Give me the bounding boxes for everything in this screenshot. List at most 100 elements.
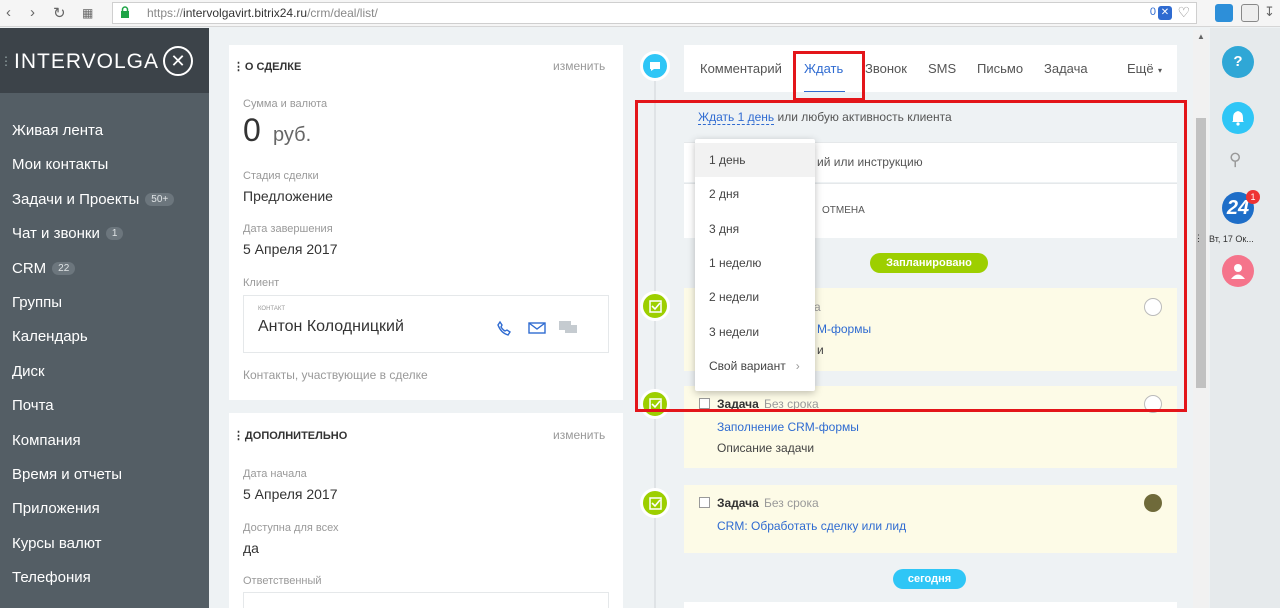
- email-icon[interactable]: [528, 322, 546, 334]
- scroll-thumb[interactable]: [1196, 118, 1206, 388]
- user-avatar[interactable]: [1222, 255, 1254, 287]
- menu-item-label: Диск: [12, 362, 45, 380]
- task-card-3[interactable]: Задача Без срока CRM: Обработать сделку …: [684, 485, 1177, 553]
- extension-square-icon[interactable]: [1241, 4, 1259, 22]
- start-date-label: Дата начала: [243, 468, 307, 480]
- menu-item-counter: 22: [52, 261, 76, 275]
- sum-value: 0: [243, 112, 261, 148]
- scroll-up-icon[interactable]: ▲: [1197, 32, 1205, 41]
- menu-item-label: Чат и звонки: [12, 225, 100, 243]
- menu-item-label: Время и отчеты: [12, 466, 123, 483]
- menu-item-label: Задачи и Проекты: [12, 190, 140, 208]
- download-icon[interactable]: ↧: [1264, 4, 1275, 20]
- additional-edit-link[interactable]: изменить: [553, 428, 605, 442]
- logo[interactable]: ⋮ INTERVOLGA ✕: [0, 28, 209, 93]
- activity-tabs: Комментарий Ждать Звонок SMS Письмо Задача Ещё…: [684, 45, 1177, 92]
- responsible-label: Ответственный: [243, 575, 322, 587]
- tab-6[interactable]: Ещё: [1127, 61, 1154, 76]
- logo-text: INTERVOLGA: [14, 50, 159, 73]
- page-scrollbar[interactable]: ▲: [1193, 30, 1209, 608]
- back-icon[interactable]: ‹: [6, 4, 11, 21]
- public-value: да: [243, 540, 259, 556]
- tab-3[interactable]: SMS: [928, 61, 956, 76]
- timeline-next-card: [684, 602, 1177, 608]
- browser-toolbar: ‹ › ↻ ▦ https://intervolgavirt.bitrix24.…: [0, 0, 1280, 27]
- menu-item[interactable]: Задачи и Проекты 50+: [12, 190, 175, 208]
- notifications-button[interactable]: [1222, 102, 1254, 134]
- menu-item[interactable]: Живая лента: [12, 122, 103, 139]
- end-date-label: Дата завершения: [243, 223, 333, 235]
- chat-icon[interactable]: [558, 320, 578, 336]
- task2-desc: Описание задачи: [717, 441, 815, 455]
- menu-item-label: Мои контакты: [12, 156, 109, 174]
- deal-info-edit-link[interactable]: изменить: [553, 59, 605, 73]
- address-bar[interactable]: https://intervolgavirt.bitrix24.ru/crm/d…: [112, 2, 1197, 24]
- menu-item[interactable]: Время и отчеты: [12, 466, 122, 483]
- extension-count: 0: [1149, 6, 1156, 18]
- public-label: Доступна для всех: [243, 522, 339, 534]
- menu-item-label: Живая лента: [12, 122, 104, 139]
- end-date-value: 5 Апреля 2017: [243, 241, 338, 257]
- menu-item[interactable]: Группы: [12, 294, 62, 311]
- stage-label: Стадия сделки: [243, 170, 319, 182]
- url-text: https://intervolgavirt.bitrix24.ru/crm/d…: [147, 6, 378, 20]
- close-menu-icon[interactable]: ✕: [163, 46, 193, 76]
- help-button[interactable]: ?: [1222, 46, 1254, 78]
- menu-item[interactable]: Мои контакты: [12, 156, 108, 173]
- contacts-note[interactable]: Контакты, участвующие в сделке: [243, 368, 428, 382]
- task3-checkbox[interactable]: [699, 497, 710, 508]
- stage-value[interactable]: Предложение: [243, 188, 333, 204]
- task3-avatar[interactable]: [1144, 494, 1162, 512]
- search-icon[interactable]: ⚲: [1229, 150, 1241, 170]
- right-panel: ? ⚲ 24 1 ⋮ Вт, 17 Ок...: [1194, 28, 1280, 608]
- tab-5[interactable]: Задача: [1044, 61, 1088, 76]
- menu-item[interactable]: CRM 22: [12, 259, 76, 277]
- task3-link[interactable]: CRM: Обработать сделку или лид: [717, 519, 906, 533]
- menu-item[interactable]: Диск: [12, 363, 45, 380]
- menu-item[interactable]: Календарь: [12, 328, 88, 345]
- date-label: Вт, 17 Ок...: [1209, 234, 1254, 244]
- client-card: КОНТАКТ Антон Колодницкий: [243, 295, 609, 353]
- left-menu: ⋮ INTERVOLGA ✕ Живая лента Мои контакты За…: [0, 28, 209, 608]
- grip-handle-icon[interactable]: ⋮: [1194, 233, 1203, 244]
- comment-bubble-icon: [640, 51, 670, 81]
- menu-item[interactable]: Телефония: [12, 569, 91, 586]
- highlight-wait-tab: [793, 51, 865, 101]
- more-caret-icon[interactable]: ▾: [1158, 66, 1162, 75]
- menu-item-label: Приложения: [12, 500, 100, 518]
- task-check-icon: [640, 488, 670, 518]
- menu-item-label: Почта: [12, 397, 54, 415]
- menu-item[interactable]: Компания: [12, 432, 81, 449]
- menu-item-label: CRM: [12, 259, 47, 277]
- tab-2[interactable]: Звонок: [865, 61, 907, 76]
- phone-icon[interactable]: [496, 320, 512, 336]
- menu-item[interactable]: Курсы валют: [12, 535, 102, 552]
- grid-icon[interactable]: ▦: [82, 6, 93, 20]
- additional-title: ⋮ ДОПОЛНИТЕЛЬНО: [233, 430, 348, 442]
- menu-item[interactable]: Чат и звонки 1: [12, 225, 124, 243]
- b24-badge: 1: [1246, 190, 1260, 204]
- sum-label: Сумма и валюта: [243, 98, 328, 110]
- extension-icon[interactable]: [1215, 4, 1233, 22]
- menu-item[interactable]: Почта: [12, 397, 54, 414]
- highlight-wait-area: [635, 100, 1187, 412]
- menu-item-label: Телефония: [12, 569, 91, 587]
- contact-name[interactable]: Антон Колодницкий: [258, 318, 404, 336]
- extension-close-icon[interactable]: ✕: [1158, 6, 1172, 20]
- favorite-heart-icon[interactable]: ♡: [1177, 4, 1190, 21]
- menu-item[interactable]: Приложения: [12, 500, 100, 517]
- tab-0[interactable]: Комментарий: [700, 61, 782, 76]
- menu-item-counter: 1: [105, 227, 124, 241]
- sum-currency: руб.: [273, 124, 312, 146]
- tab-4[interactable]: Письмо: [977, 61, 1023, 76]
- client-label: Клиент: [243, 277, 280, 289]
- grip-icon: ⋮: [0, 54, 12, 68]
- task2-link[interactable]: Заполнение CRM-формы: [717, 420, 859, 434]
- menu-item-label: Календарь: [12, 328, 88, 346]
- deal-info-title: ⋮ О СДЕЛКЕ: [233, 61, 302, 73]
- responsible-box[interactable]: [243, 592, 609, 608]
- reload-icon[interactable]: ↻: [53, 4, 66, 22]
- task3-deadline: Без срока: [764, 496, 819, 510]
- forward-icon[interactable]: ›: [30, 4, 35, 21]
- menu-item-label: Курсы валют: [12, 534, 102, 552]
